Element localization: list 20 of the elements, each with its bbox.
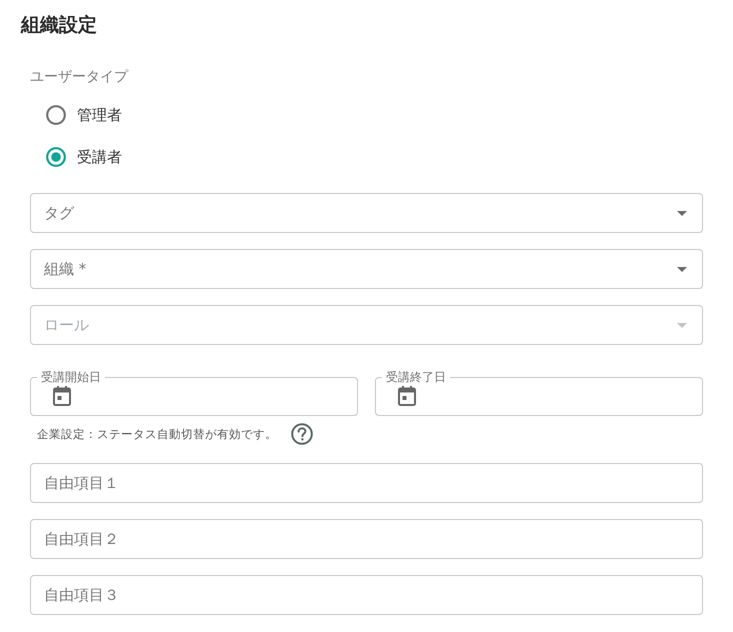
select-field[interactable]: 組織 * <box>30 249 703 289</box>
date-field[interactable]: 受講終了日 <box>375 370 703 416</box>
radio-label[interactable]: 管理者 <box>77 105 122 125</box>
radio-selected-icon[interactable] <box>46 147 66 167</box>
user-type-label: ユーザータイプ <box>30 68 128 87</box>
radio-label[interactable]: 受講者 <box>77 147 122 167</box>
date-field[interactable]: 受講開始日 <box>30 370 358 416</box>
input-field[interactable]: 自由項目３ <box>30 575 703 615</box>
notice-text: 企業設定：ステータス自動切替が有効です。 <box>37 426 277 442</box>
caret-icon <box>677 210 687 216</box>
input-field[interactable]: 自由項目１ <box>30 463 703 503</box>
caret-icon <box>677 322 687 328</box>
calendar-icon[interactable] <box>398 386 416 406</box>
select-field[interactable]: タグ <box>30 193 703 233</box>
input-field[interactable]: 自由項目２ <box>30 519 703 559</box>
help-icon[interactable] <box>291 423 313 445</box>
calendar-icon[interactable] <box>53 386 71 406</box>
page-title: 組織設定 <box>21 13 97 38</box>
radio-icon[interactable] <box>46 105 66 125</box>
caret-icon <box>677 266 687 272</box>
